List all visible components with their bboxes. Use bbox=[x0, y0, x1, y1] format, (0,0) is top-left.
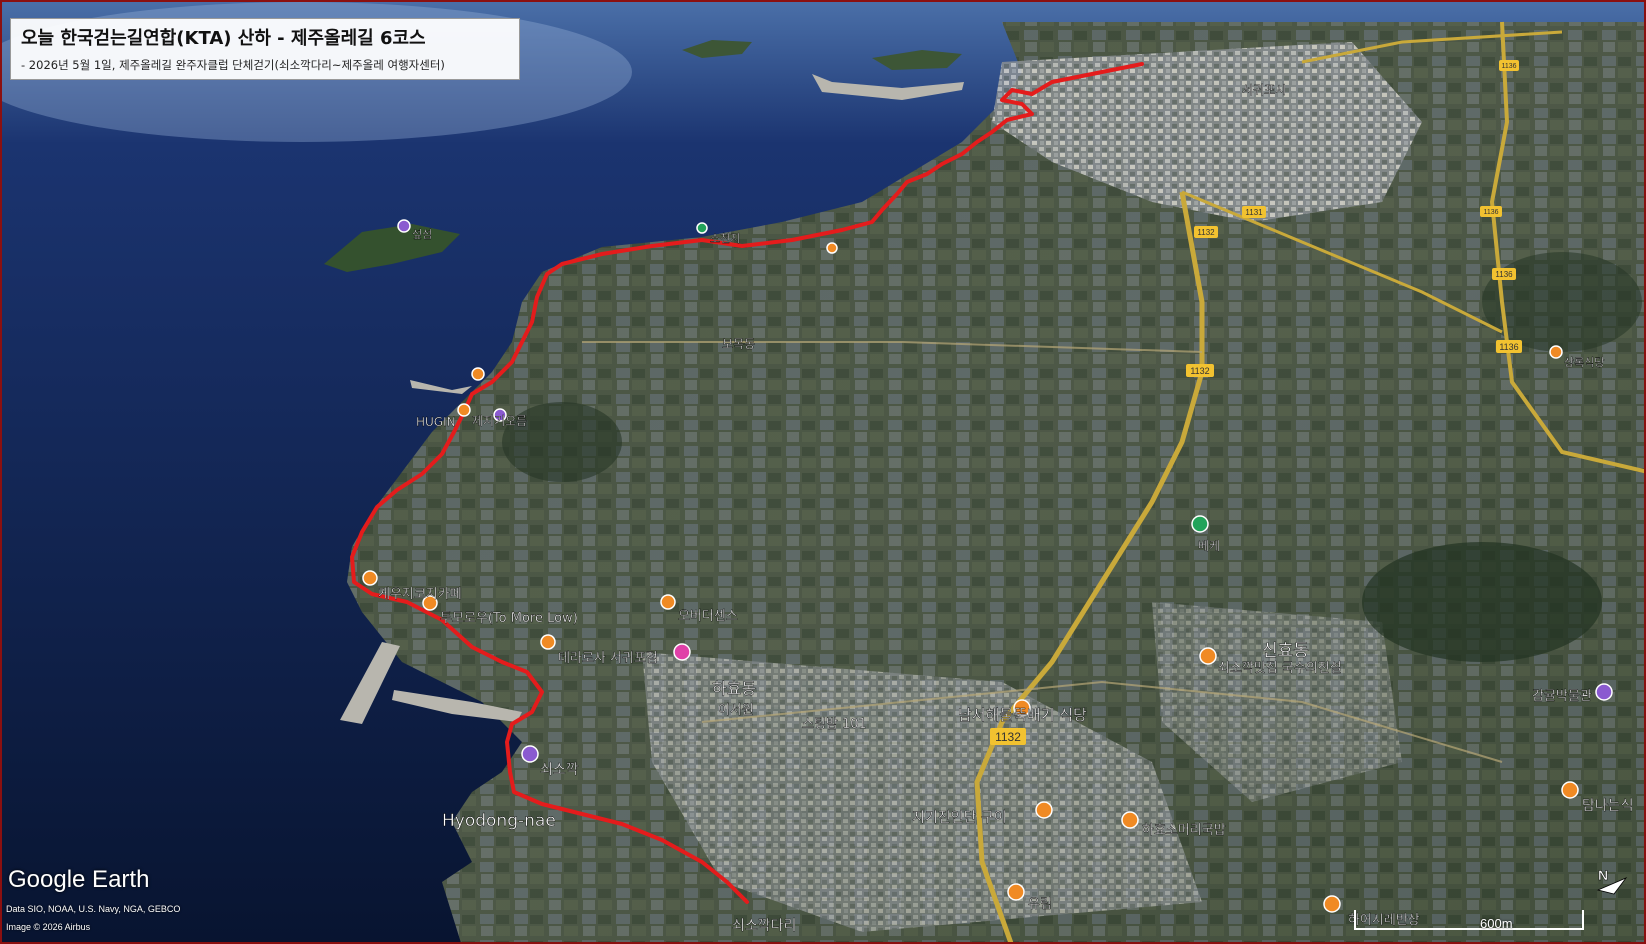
place-label: 쇠소깍다리 bbox=[732, 918, 796, 934]
svg-text:1132: 1132 bbox=[995, 730, 1021, 744]
purple-pin-icon[interactable] bbox=[397, 219, 411, 233]
orange-pin-icon[interactable] bbox=[1121, 811, 1139, 829]
orange-pin-icon[interactable] bbox=[471, 367, 485, 381]
orange-pin-icon[interactable] bbox=[1035, 801, 1053, 819]
orange-pin-icon[interactable] bbox=[1561, 781, 1579, 799]
place-label: HUGIN bbox=[416, 415, 456, 429]
place-label: 탐나는식 bbox=[1582, 798, 1634, 814]
map-subtitle: - 2026년 5월 1일, 제주올레길 완주자클럽 단체걷기(쇠소깍다리~제주… bbox=[21, 58, 445, 72]
place-label: 감귤박물관 bbox=[1532, 689, 1592, 704]
purple-pin-icon[interactable] bbox=[521, 745, 539, 763]
north-arrow-icon[interactable]: N bbox=[1592, 860, 1634, 902]
svg-text:1131: 1131 bbox=[1245, 208, 1263, 217]
place-label: 게우지코지카페 bbox=[378, 587, 462, 602]
orange-pin-icon[interactable] bbox=[660, 594, 676, 610]
place-label: 서귀포시 bbox=[1242, 83, 1286, 97]
highway-badge: 1132 bbox=[1194, 226, 1218, 238]
place-label: 쇠소깍맛집 국수의전설 bbox=[1218, 661, 1342, 676]
svg-text:1136: 1136 bbox=[1483, 209, 1498, 216]
green-pin-icon[interactable] bbox=[696, 222, 708, 234]
highway-badge: 1136 bbox=[1480, 206, 1502, 217]
highway-badge: 1136 bbox=[1496, 340, 1522, 353]
place-label: 소천지 bbox=[710, 231, 740, 245]
highway-badge: 1132 bbox=[1186, 364, 1214, 377]
compass-label: N bbox=[1598, 867, 1608, 883]
svg-text:1136: 1136 bbox=[1495, 270, 1513, 279]
svg-text:1132: 1132 bbox=[1197, 228, 1215, 237]
place-label: 남서해물뚝배기 식당 bbox=[958, 706, 1087, 724]
place-label: 베케 bbox=[1198, 539, 1220, 553]
place-label: 테라로사 서귀포점 bbox=[558, 651, 658, 666]
highway-badge: 1136 bbox=[1492, 268, 1516, 280]
highway-badge: 1132 bbox=[990, 728, 1026, 745]
place-label: 제지기오름 bbox=[472, 414, 527, 428]
green-pin-icon[interactable] bbox=[1191, 515, 1209, 533]
title-panel: 오늘 한국걷는길연합(KTA) 산하 - 제주올레길 6코스 - 2026년 5… bbox=[10, 18, 520, 80]
place-label: 유림 bbox=[1028, 897, 1052, 912]
svg-text:1136: 1136 bbox=[1501, 63, 1516, 70]
place-label: 섶섬 bbox=[412, 228, 432, 241]
orange-pin-icon[interactable] bbox=[457, 403, 471, 417]
orange-pin-icon[interactable] bbox=[1549, 345, 1563, 359]
svg-text:1136: 1136 bbox=[1499, 342, 1518, 352]
orange-pin-icon[interactable] bbox=[1007, 883, 1025, 901]
place-label: 하효소머리국밥 bbox=[1142, 823, 1226, 838]
map-viewport[interactable]: 1132 1132 1132 1131 1136 1136 1136 1136 bbox=[0, 0, 1646, 944]
satellite-map[interactable]: 1132 1132 1132 1131 1136 1136 1136 1136 bbox=[2, 2, 1646, 944]
place-label: Hyodong-nae bbox=[442, 811, 556, 831]
place-label: 상록식당 bbox=[1564, 356, 1604, 369]
forest-patch bbox=[1362, 542, 1602, 662]
place-label: 신효동 bbox=[1262, 641, 1309, 661]
place-label: 스팅밤 101 bbox=[802, 717, 867, 732]
svg-text:1132: 1132 bbox=[1190, 366, 1209, 376]
place-label: 하효동 bbox=[712, 679, 756, 698]
google-earth-logo: Google Earth bbox=[8, 866, 150, 893]
orange-pin-icon[interactable] bbox=[540, 634, 556, 650]
purple-pin-icon[interactable] bbox=[1595, 683, 1613, 701]
orange-pin-icon[interactable] bbox=[362, 570, 378, 586]
scale-bar-label: 600m bbox=[1480, 916, 1513, 931]
scale-bar bbox=[1354, 910, 1584, 930]
place-label: 보목동 bbox=[722, 337, 755, 351]
orange-pin-icon[interactable] bbox=[1323, 895, 1341, 913]
orange-pin-icon[interactable] bbox=[826, 242, 838, 254]
orange-pin-icon[interactable] bbox=[1199, 647, 1217, 665]
pink-pin-icon[interactable] bbox=[673, 643, 691, 661]
place-label: 투모로우(To More Low) bbox=[440, 611, 578, 626]
place-label: 쇠소깍 bbox=[540, 762, 579, 778]
highway-badge: 1131 bbox=[1242, 206, 1266, 218]
place-label: 오버더센스 bbox=[678, 609, 738, 624]
image-credit: Image © 2026 Airbus bbox=[6, 922, 91, 932]
place-label: 지기진인단 구이 bbox=[912, 810, 1007, 826]
map-title: 오늘 한국걷는길연합(KTA) 산하 - 제주올레길 6코스 bbox=[21, 28, 426, 49]
highway-badge: 1136 bbox=[1499, 60, 1519, 71]
data-credit: Data SIO, NOAA, U.S. Navy, NGA, GEBCO bbox=[6, 904, 181, 914]
place-label: 이서원 bbox=[718, 703, 754, 718]
